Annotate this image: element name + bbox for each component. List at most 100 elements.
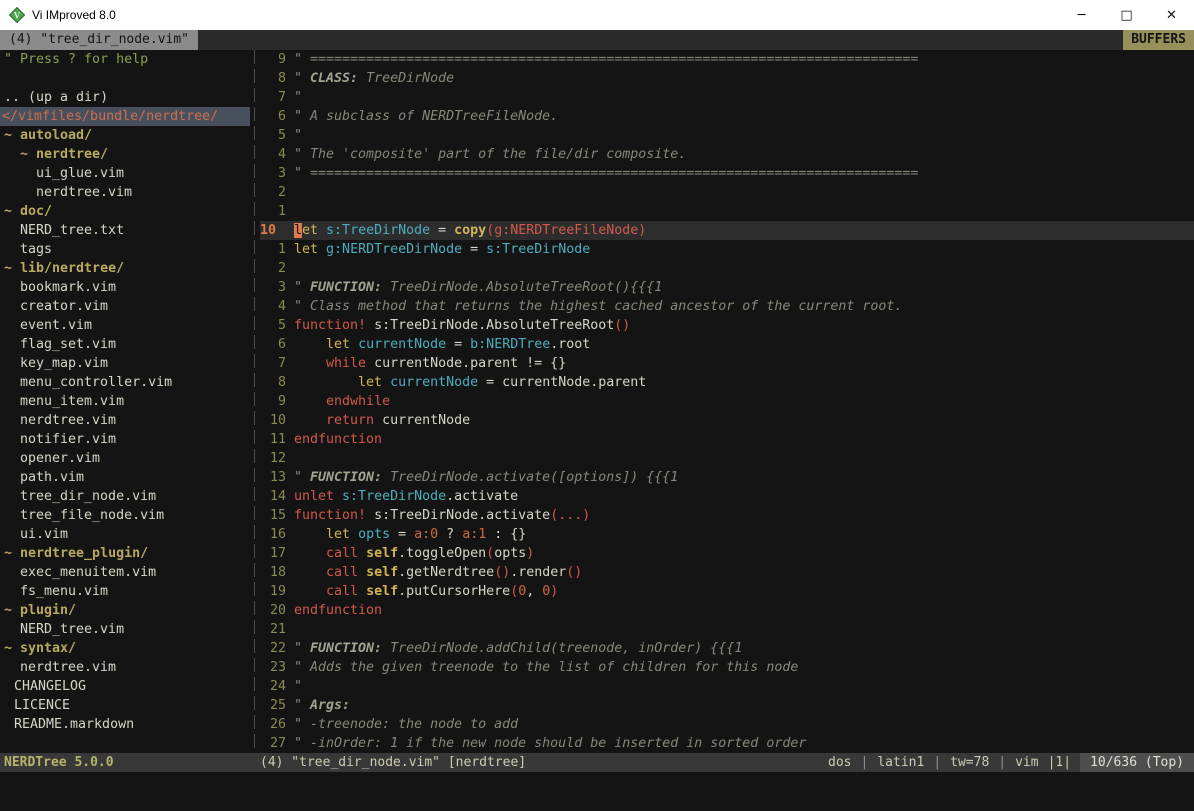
nerdtree-item[interactable]: path.vim xyxy=(0,468,250,487)
nerdtree-item[interactable]: menu_item.vim xyxy=(0,392,250,411)
window-title: Vi IMproved 8.0 xyxy=(32,8,116,22)
editor-line[interactable]: 4" The 'composite' part of the file/dir … xyxy=(260,145,1194,164)
code-text: return currentNode xyxy=(294,411,470,430)
code-text: " xyxy=(294,677,302,696)
tab-tree-dir-node[interactable]: (4) "tree_dir_node.vim" xyxy=(0,30,198,50)
code-text: function! s:TreeDirNode.AbsoluteTreeRoot… xyxy=(294,316,630,335)
nerdtree-item[interactable]: ~ doc/ xyxy=(0,202,250,221)
editor-line[interactable]: 8 let currentNode = currentNode.parent xyxy=(260,373,1194,392)
editor-line[interactable]: 25" Args: xyxy=(260,696,1194,715)
editor-line[interactable]: 3" =====================================… xyxy=(260,164,1194,183)
nerdtree-item[interactable]: ~ syntax/ xyxy=(0,639,250,658)
editor-panel[interactable]: 9" =====================================… xyxy=(260,50,1194,753)
nerdtree-item[interactable]: ui.vim xyxy=(0,525,250,544)
editor-line[interactable]: 2 xyxy=(260,259,1194,278)
editor-line[interactable]: 22" FUNCTION: TreeDirNode.addChild(treen… xyxy=(260,639,1194,658)
buffers-label: BUFFERS xyxy=(1123,30,1194,50)
line-number: 2 xyxy=(260,183,286,202)
editor-line[interactable]: 8" CLASS: TreeDirNode xyxy=(260,69,1194,88)
nerdtree-item[interactable]: NERD_tree.txt xyxy=(0,221,250,240)
nerdtree-item[interactable]: opener.vim xyxy=(0,449,250,468)
nerdtree-item[interactable]: tree_file_node.vim xyxy=(0,506,250,525)
editor-line[interactable]: 1let g:NERDTreeDirNode = s:TreeDirNode xyxy=(260,240,1194,259)
editor-line[interactable]: 15function! s:TreeDirNode.activate(...) xyxy=(260,506,1194,525)
nerdtree-panel[interactable]: " Press ? for help .. (up a dir)</vimfile… xyxy=(0,50,250,753)
editor-line[interactable]: 13" FUNCTION: TreeDirNode.activate([opti… xyxy=(260,468,1194,487)
nerdtree-item[interactable]: NERD_tree.vim xyxy=(0,620,250,639)
nerdtree-item[interactable]: LICENCE xyxy=(0,696,250,715)
code-text: " xyxy=(294,88,302,107)
window-separator[interactable] xyxy=(250,50,260,753)
editor-line[interactable]: 27" -inOrder: 1 if the new node should b… xyxy=(260,734,1194,753)
editor-line[interactable]: 9" =====================================… xyxy=(260,50,1194,69)
nerdtree-item[interactable]: tags xyxy=(0,240,250,259)
statusline-separator: | xyxy=(933,753,941,772)
nerdtree-help[interactable]: " Press ? for help xyxy=(0,50,250,69)
vim-window: V Vi IMproved 8.0 ─ □ ✕ (4) "tree_dir_no… xyxy=(0,0,1194,811)
nerdtree-item[interactable]: key_map.vim xyxy=(0,354,250,373)
buffer-status: (4) "tree_dir_node.vim" [nerdtree] xyxy=(260,753,526,772)
editor-line[interactable]: 5" xyxy=(260,126,1194,145)
nerdtree-item[interactable]: nerdtree.vim xyxy=(0,658,250,677)
nerdtree-item[interactable]: CHANGELOG xyxy=(0,677,250,696)
maximize-button[interactable]: □ xyxy=(1104,0,1149,30)
minimize-button[interactable]: ─ xyxy=(1059,0,1104,30)
nerdtree-item[interactable]: ~ plugin/ xyxy=(0,601,250,620)
editor-line[interactable]: 6" A subclass of NERDTreeFileNode. xyxy=(260,107,1194,126)
nerdtree-root[interactable]: </vimfiles/bundle/nerdtree/ xyxy=(0,107,250,126)
nerdtree-up-dir[interactable]: .. (up a dir) xyxy=(0,88,250,107)
editor-line[interactable]: 3" FUNCTION: TreeDirNode.AbsoluteTreeRoo… xyxy=(260,278,1194,297)
editor-line[interactable]: 24" xyxy=(260,677,1194,696)
line-number: 19 xyxy=(260,582,286,601)
nerdtree-item[interactable]: README.markdown xyxy=(0,715,250,734)
editor-line[interactable]: 19 call self.putCursorHere(0, 0) xyxy=(260,582,1194,601)
nerdtree-item[interactable]: ~ autoload/ xyxy=(0,126,250,145)
editor-line[interactable]: 10let s:TreeDirNode = copy(g:NERDTreeFil… xyxy=(260,221,1194,240)
line-number: 4 xyxy=(260,145,286,164)
editor-line[interactable]: 2 xyxy=(260,183,1194,202)
editor-line[interactable]: 17 call self.toggleOpen(opts) xyxy=(260,544,1194,563)
editor-line[interactable]: 6 let currentNode = b:NERDTree.root xyxy=(260,335,1194,354)
line-number: 15 xyxy=(260,506,286,525)
nerdtree-item[interactable]: exec_menuitem.vim xyxy=(0,563,250,582)
editor-line[interactable]: 5function! s:TreeDirNode.AbsoluteTreeRoo… xyxy=(260,316,1194,335)
nerdtree-item[interactable]: tree_dir_node.vim xyxy=(0,487,250,506)
nerdtree-item[interactable]: event.vim xyxy=(0,316,250,335)
editor-line[interactable]: 16 let opts = a:0 ? a:1 : {} xyxy=(260,525,1194,544)
nerdtree-item[interactable]: menu_controller.vim xyxy=(0,373,250,392)
editor-line[interactable]: 10 return currentNode xyxy=(260,411,1194,430)
editor-line[interactable]: 7" xyxy=(260,88,1194,107)
nerdtree-item[interactable]: creator.vim xyxy=(0,297,250,316)
editor-line[interactable]: 4" Class method that returns the highest… xyxy=(260,297,1194,316)
command-line[interactable] xyxy=(0,772,1194,811)
editor-line[interactable]: 18 call self.getNerdtree().render() xyxy=(260,563,1194,582)
nerdtree-item[interactable]: ui_glue.vim xyxy=(0,164,250,183)
nerdtree-item[interactable]: nerdtree.vim xyxy=(0,411,250,430)
code-text: " -treenode: the node to add xyxy=(294,715,518,734)
editor-line[interactable]: 11endfunction xyxy=(260,430,1194,449)
editor-line[interactable]: 23" Adds the given treenode to the list … xyxy=(260,658,1194,677)
nerdtree-item[interactable]: flag_set.vim xyxy=(0,335,250,354)
close-button[interactable]: ✕ xyxy=(1149,0,1194,30)
editor-line[interactable]: 26" -treenode: the node to add xyxy=(260,715,1194,734)
editor-line[interactable]: 21 xyxy=(260,620,1194,639)
nerdtree-item[interactable]: bookmark.vim xyxy=(0,278,250,297)
line-number: 11 xyxy=(260,430,286,449)
line-number: 5 xyxy=(260,126,286,145)
editor-line[interactable]: 14unlet s:TreeDirNode.activate xyxy=(260,487,1194,506)
nerdtree-item[interactable]: ~ nerdtree_plugin/ xyxy=(0,544,250,563)
maximize-icon: □ xyxy=(1120,8,1132,23)
editor-line[interactable]: 7 while currentNode.parent != {} xyxy=(260,354,1194,373)
statusline-right: dos | latin1 | tw=78 | vim |1| 10/636 (T… xyxy=(828,753,1194,772)
nerdtree-item[interactable]: nerdtree.vim xyxy=(0,183,250,202)
editor-line[interactable]: 1 xyxy=(260,202,1194,221)
nerdtree-item[interactable]: ~ nerdtree/ xyxy=(0,145,250,164)
nerdtree-item[interactable]: ~ lib/nerdtree/ xyxy=(0,259,250,278)
editor-line[interactable]: 12 xyxy=(260,449,1194,468)
editor-line[interactable]: 9 endwhile xyxy=(260,392,1194,411)
editor-line[interactable]: 20endfunction xyxy=(260,601,1194,620)
nerdtree-blank xyxy=(0,69,250,88)
nerdtree-item[interactable]: notifier.vim xyxy=(0,430,250,449)
line-number: 21 xyxy=(260,620,286,639)
nerdtree-item[interactable]: fs_menu.vim xyxy=(0,582,250,601)
